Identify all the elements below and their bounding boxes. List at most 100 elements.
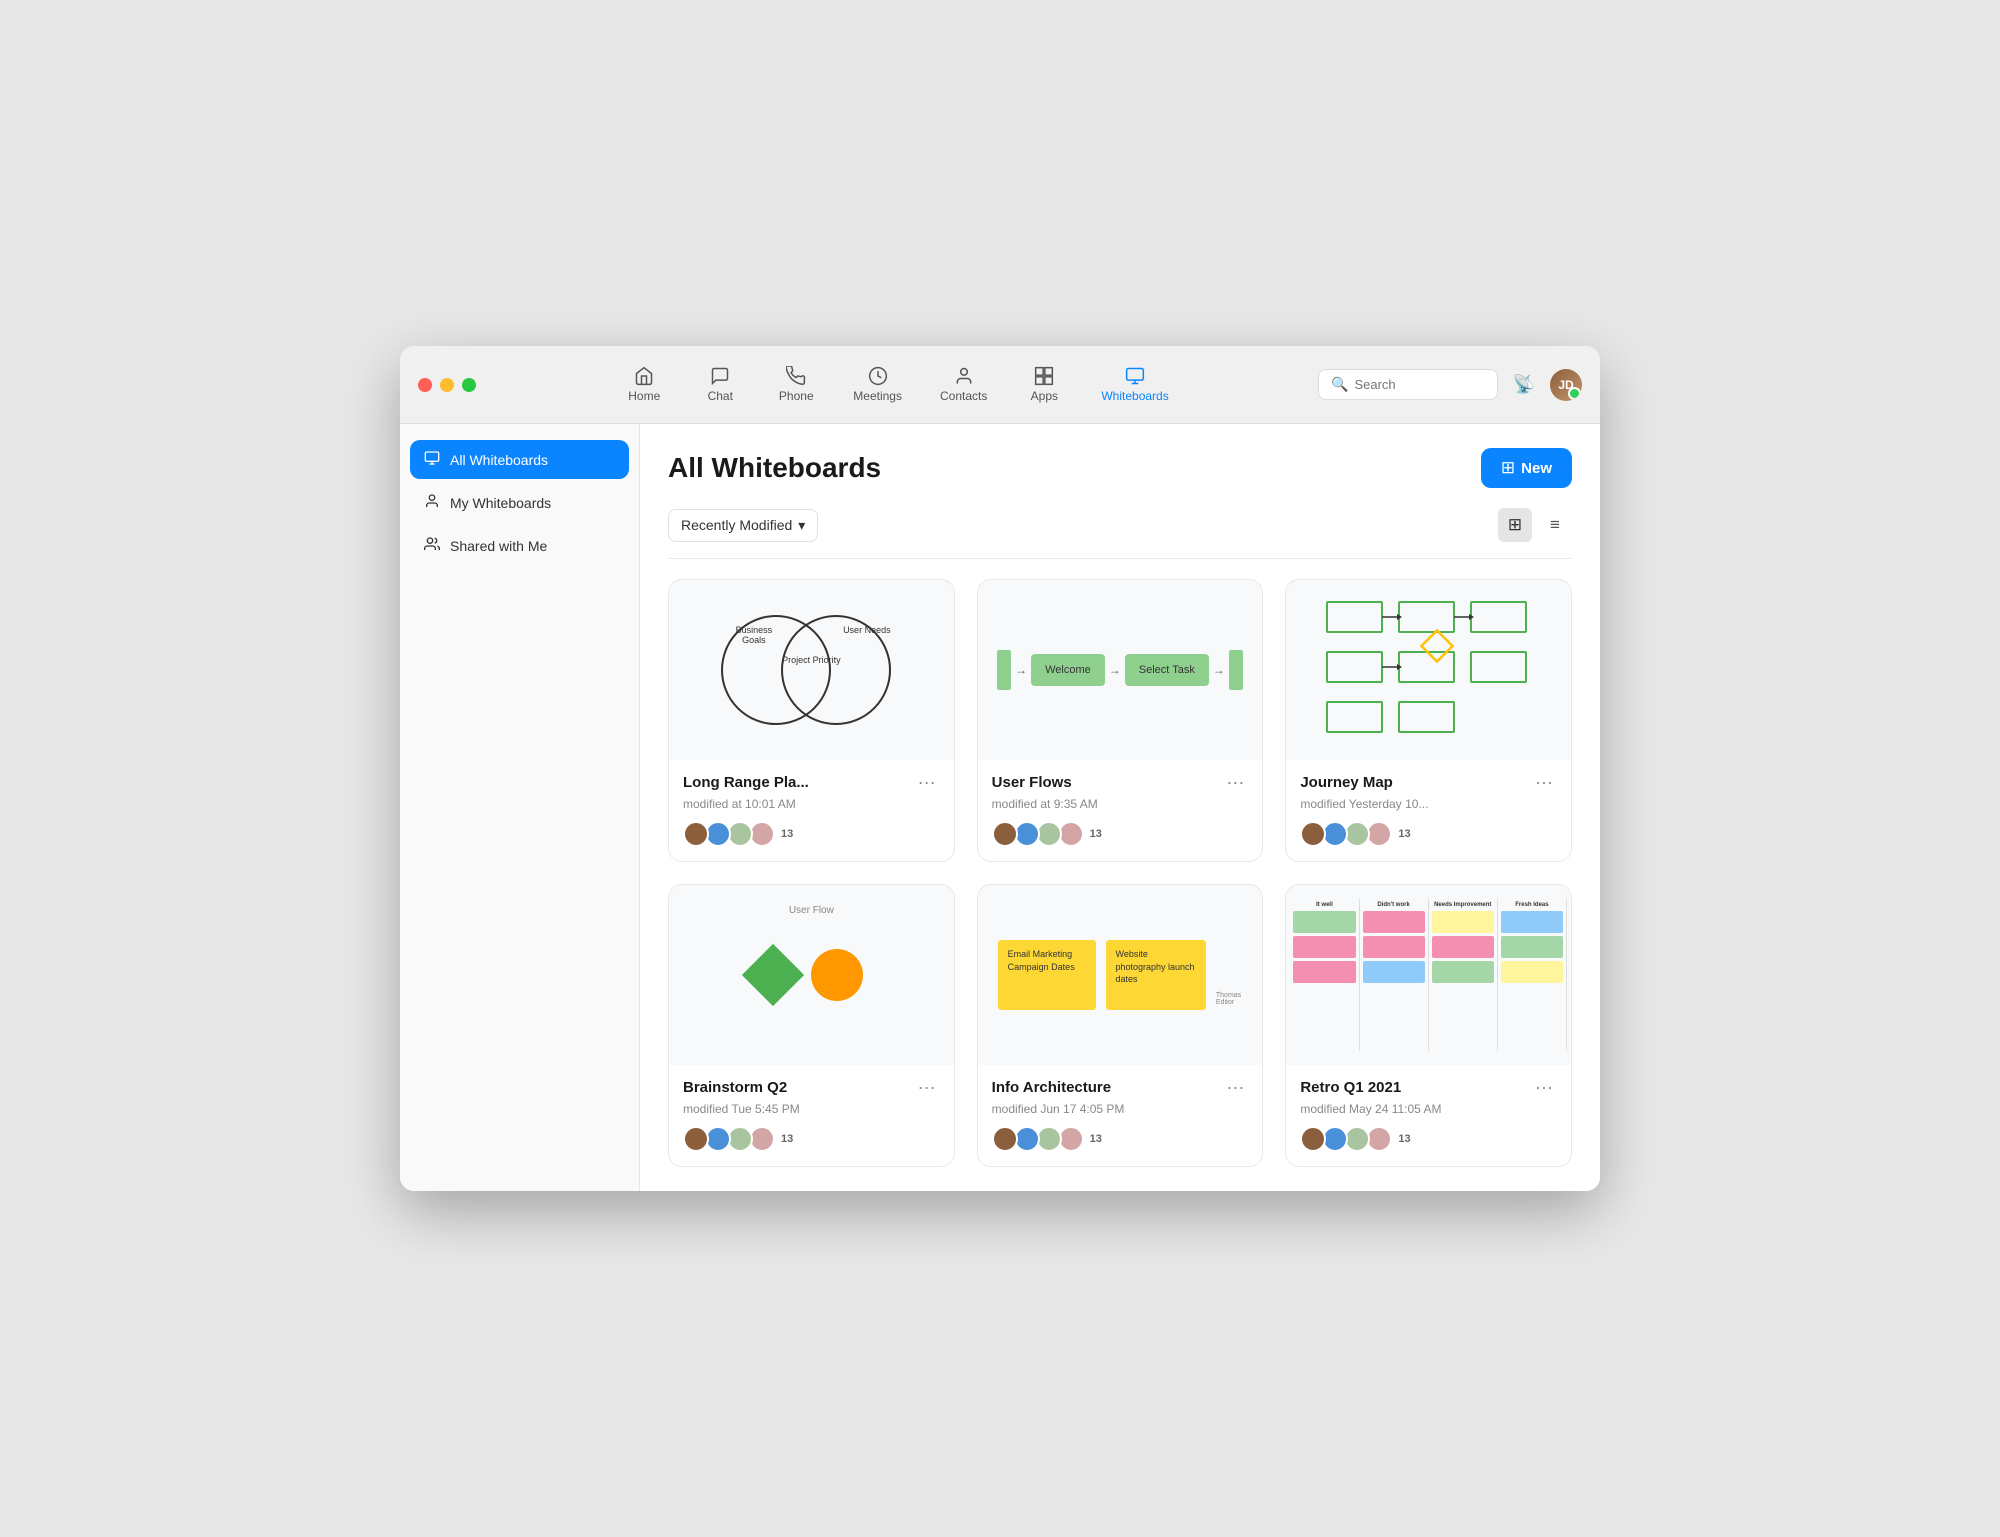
phone-nav-label: Phone xyxy=(779,389,814,403)
card-avatars-info-arch: 13 xyxy=(992,1126,1249,1152)
search-bar[interactable]: 🔍 xyxy=(1318,369,1498,400)
card-avatars-retro: 13 xyxy=(1300,1126,1557,1152)
whiteboard-card-retro[interactable]: It well Didn't work Needs Improvement xyxy=(1285,884,1572,1167)
journey-diagram xyxy=(1319,590,1539,750)
chat-nav-icon xyxy=(710,366,730,386)
maximize-button[interactable] xyxy=(462,378,476,392)
collaborator-avatar xyxy=(1322,821,1348,847)
card-title-info-arch: Info Architecture xyxy=(992,1079,1111,1096)
card-modified-info-arch: modified Jun 17 4:05 PM xyxy=(992,1102,1249,1116)
chat-nav-label: Chat xyxy=(708,389,733,403)
my-sidebar-icon xyxy=(424,493,440,512)
all-sidebar-label: All Whiteboards xyxy=(450,452,548,468)
collaborator-avatar xyxy=(1366,1126,1392,1152)
card-modified-journey-map: modified Yesterday 10... xyxy=(1300,797,1557,811)
card-more-menu-info-arch[interactable]: ··· xyxy=(1222,1077,1248,1098)
nav-item-meetings[interactable]: Meetings xyxy=(837,360,918,409)
close-button[interactable] xyxy=(418,378,432,392)
search-icon: 🔍 xyxy=(1331,376,1348,393)
collaborator-avatar xyxy=(1344,821,1370,847)
card-more-menu-user-flows[interactable]: ··· xyxy=(1222,772,1248,793)
card-preview-journey-map xyxy=(1286,580,1571,760)
card-title-long-range: Long Range Pla... xyxy=(683,774,809,791)
card-info-brainstorm: Brainstorm Q2 ··· modified Tue 5:45 PM 1… xyxy=(669,1065,954,1166)
nav-item-chat[interactable]: Chat xyxy=(685,360,755,409)
card-avatars-journey-map: 13 xyxy=(1300,821,1557,847)
card-modified-long-range: modified at 10:01 AM xyxy=(683,797,940,811)
apps-nav-icon xyxy=(1034,366,1054,386)
collaborator-avatar xyxy=(992,821,1018,847)
meetings-nav-icon xyxy=(868,366,888,386)
contacts-nav-label: Contacts xyxy=(940,389,987,403)
card-title-brainstorm: Brainstorm Q2 xyxy=(683,1079,787,1096)
home-nav-label: Home xyxy=(628,389,660,403)
view-toggles: ⊞ ≡ xyxy=(1498,508,1572,542)
nav-item-whiteboards[interactable]: Whiteboards xyxy=(1085,360,1184,409)
user-avatar[interactable]: JD xyxy=(1550,369,1582,401)
collaborator-avatar xyxy=(1300,1126,1326,1152)
sort-dropdown[interactable]: Recently Modified ▾ xyxy=(668,509,818,542)
app-window: Home Chat Phone Meetings Contacts Apps W… xyxy=(400,346,1600,1191)
toolbar: Recently Modified ▾ ⊞ ≡ xyxy=(668,508,1572,559)
card-more-menu-brainstorm[interactable]: ··· xyxy=(914,1077,940,1098)
card-title-retro: Retro Q1 2021 xyxy=(1300,1079,1401,1096)
my-sidebar-label: My Whiteboards xyxy=(450,495,551,511)
card-more-menu-long-range[interactable]: ··· xyxy=(914,772,940,793)
nav-item-phone[interactable]: Phone xyxy=(761,360,831,409)
nav-right: 🔍 📡 JD xyxy=(1318,369,1582,401)
card-modified-user-flows: modified at 9:35 AM xyxy=(992,797,1249,811)
collaborator-avatar xyxy=(683,821,709,847)
contacts-nav-icon xyxy=(954,366,974,386)
nav-item-apps[interactable]: Apps xyxy=(1009,360,1079,409)
whiteboard-grid: Business Goals User Needs Project Priori… xyxy=(668,579,1572,1167)
assistant-button[interactable]: 📡 xyxy=(1508,369,1540,401)
collaborator-count-info-arch: 13 xyxy=(1090,1133,1102,1145)
whiteboard-card-user-flows[interactable]: → Welcome → Select Task → User Flows ···… xyxy=(977,579,1264,862)
sidebar-item-my[interactable]: My Whiteboards xyxy=(410,483,629,522)
card-avatars-long-range: 13 xyxy=(683,821,940,847)
card-info-long-range: Long Range Pla... ··· modified at 10:01 … xyxy=(669,760,954,861)
nav-item-contacts[interactable]: Contacts xyxy=(924,360,1003,409)
grid-view-button[interactable]: ⊞ xyxy=(1498,508,1532,542)
new-icon: ⊞ xyxy=(1501,458,1515,478)
content-header: All Whiteboards ⊞ New xyxy=(668,448,1572,488)
main-nav: Home Chat Phone Meetings Contacts Apps W… xyxy=(492,360,1302,409)
nav-item-home[interactable]: Home xyxy=(609,360,679,409)
main-layout: All Whiteboards My Whiteboards Shared wi… xyxy=(400,424,1600,1191)
card-info-journey-map: Journey Map ··· modified Yesterday 10...… xyxy=(1286,760,1571,861)
meetings-nav-label: Meetings xyxy=(853,389,902,403)
sidebar-item-shared[interactable]: Shared with Me xyxy=(410,526,629,565)
card-preview-retro: It well Didn't work Needs Improvement xyxy=(1286,885,1571,1065)
collaborator-count-journey-map: 13 xyxy=(1398,828,1410,840)
apps-nav-label: Apps xyxy=(1031,389,1058,403)
whiteboard-card-long-range[interactable]: Business Goals User Needs Project Priori… xyxy=(668,579,955,862)
new-whiteboard-button[interactable]: ⊞ New xyxy=(1481,448,1572,488)
collaborator-avatar xyxy=(1322,1126,1348,1152)
whiteboard-card-info-arch[interactable]: Email Marketing Campaign Dates Website p… xyxy=(977,884,1264,1167)
card-title-user-flows: User Flows xyxy=(992,774,1072,791)
info-arch-diagram: Email Marketing Campaign Dates Website p… xyxy=(978,920,1263,1030)
sidebar-item-all[interactable]: All Whiteboards xyxy=(410,440,629,479)
shared-sidebar-icon xyxy=(424,536,440,555)
sort-label: Recently Modified xyxy=(681,517,792,533)
whiteboard-card-brainstorm[interactable]: User Flow Brainstorm Q2 ··· modified Tue… xyxy=(668,884,955,1167)
card-preview-info-arch: Email Marketing Campaign Dates Website p… xyxy=(978,885,1263,1065)
card-preview-long-range: Business Goals User Needs Project Priori… xyxy=(669,580,954,760)
list-view-button[interactable]: ≡ xyxy=(1538,508,1572,542)
card-title-journey-map: Journey Map xyxy=(1300,774,1393,791)
brainstorm-diagram: User Flow xyxy=(669,895,954,1055)
collaborator-count-long-range: 13 xyxy=(781,828,793,840)
card-avatars-brainstorm: 13 xyxy=(683,1126,940,1152)
collaborator-count-retro: 13 xyxy=(1398,1133,1410,1145)
card-modified-brainstorm: modified Tue 5:45 PM xyxy=(683,1102,940,1116)
card-avatars-user-flows: 13 xyxy=(992,821,1249,847)
collaborator-count-brainstorm: 13 xyxy=(781,1133,793,1145)
search-input[interactable] xyxy=(1354,377,1485,392)
content-area: All Whiteboards ⊞ New Recently Modified … xyxy=(640,424,1600,1191)
card-more-menu-journey-map[interactable]: ··· xyxy=(1531,772,1557,793)
phone-nav-icon xyxy=(786,366,806,386)
whiteboard-card-journey-map[interactable]: Journey Map ··· modified Yesterday 10...… xyxy=(1285,579,1572,862)
collaborator-avatar xyxy=(1344,1126,1370,1152)
card-more-menu-retro[interactable]: ··· xyxy=(1531,1077,1557,1098)
minimize-button[interactable] xyxy=(440,378,454,392)
